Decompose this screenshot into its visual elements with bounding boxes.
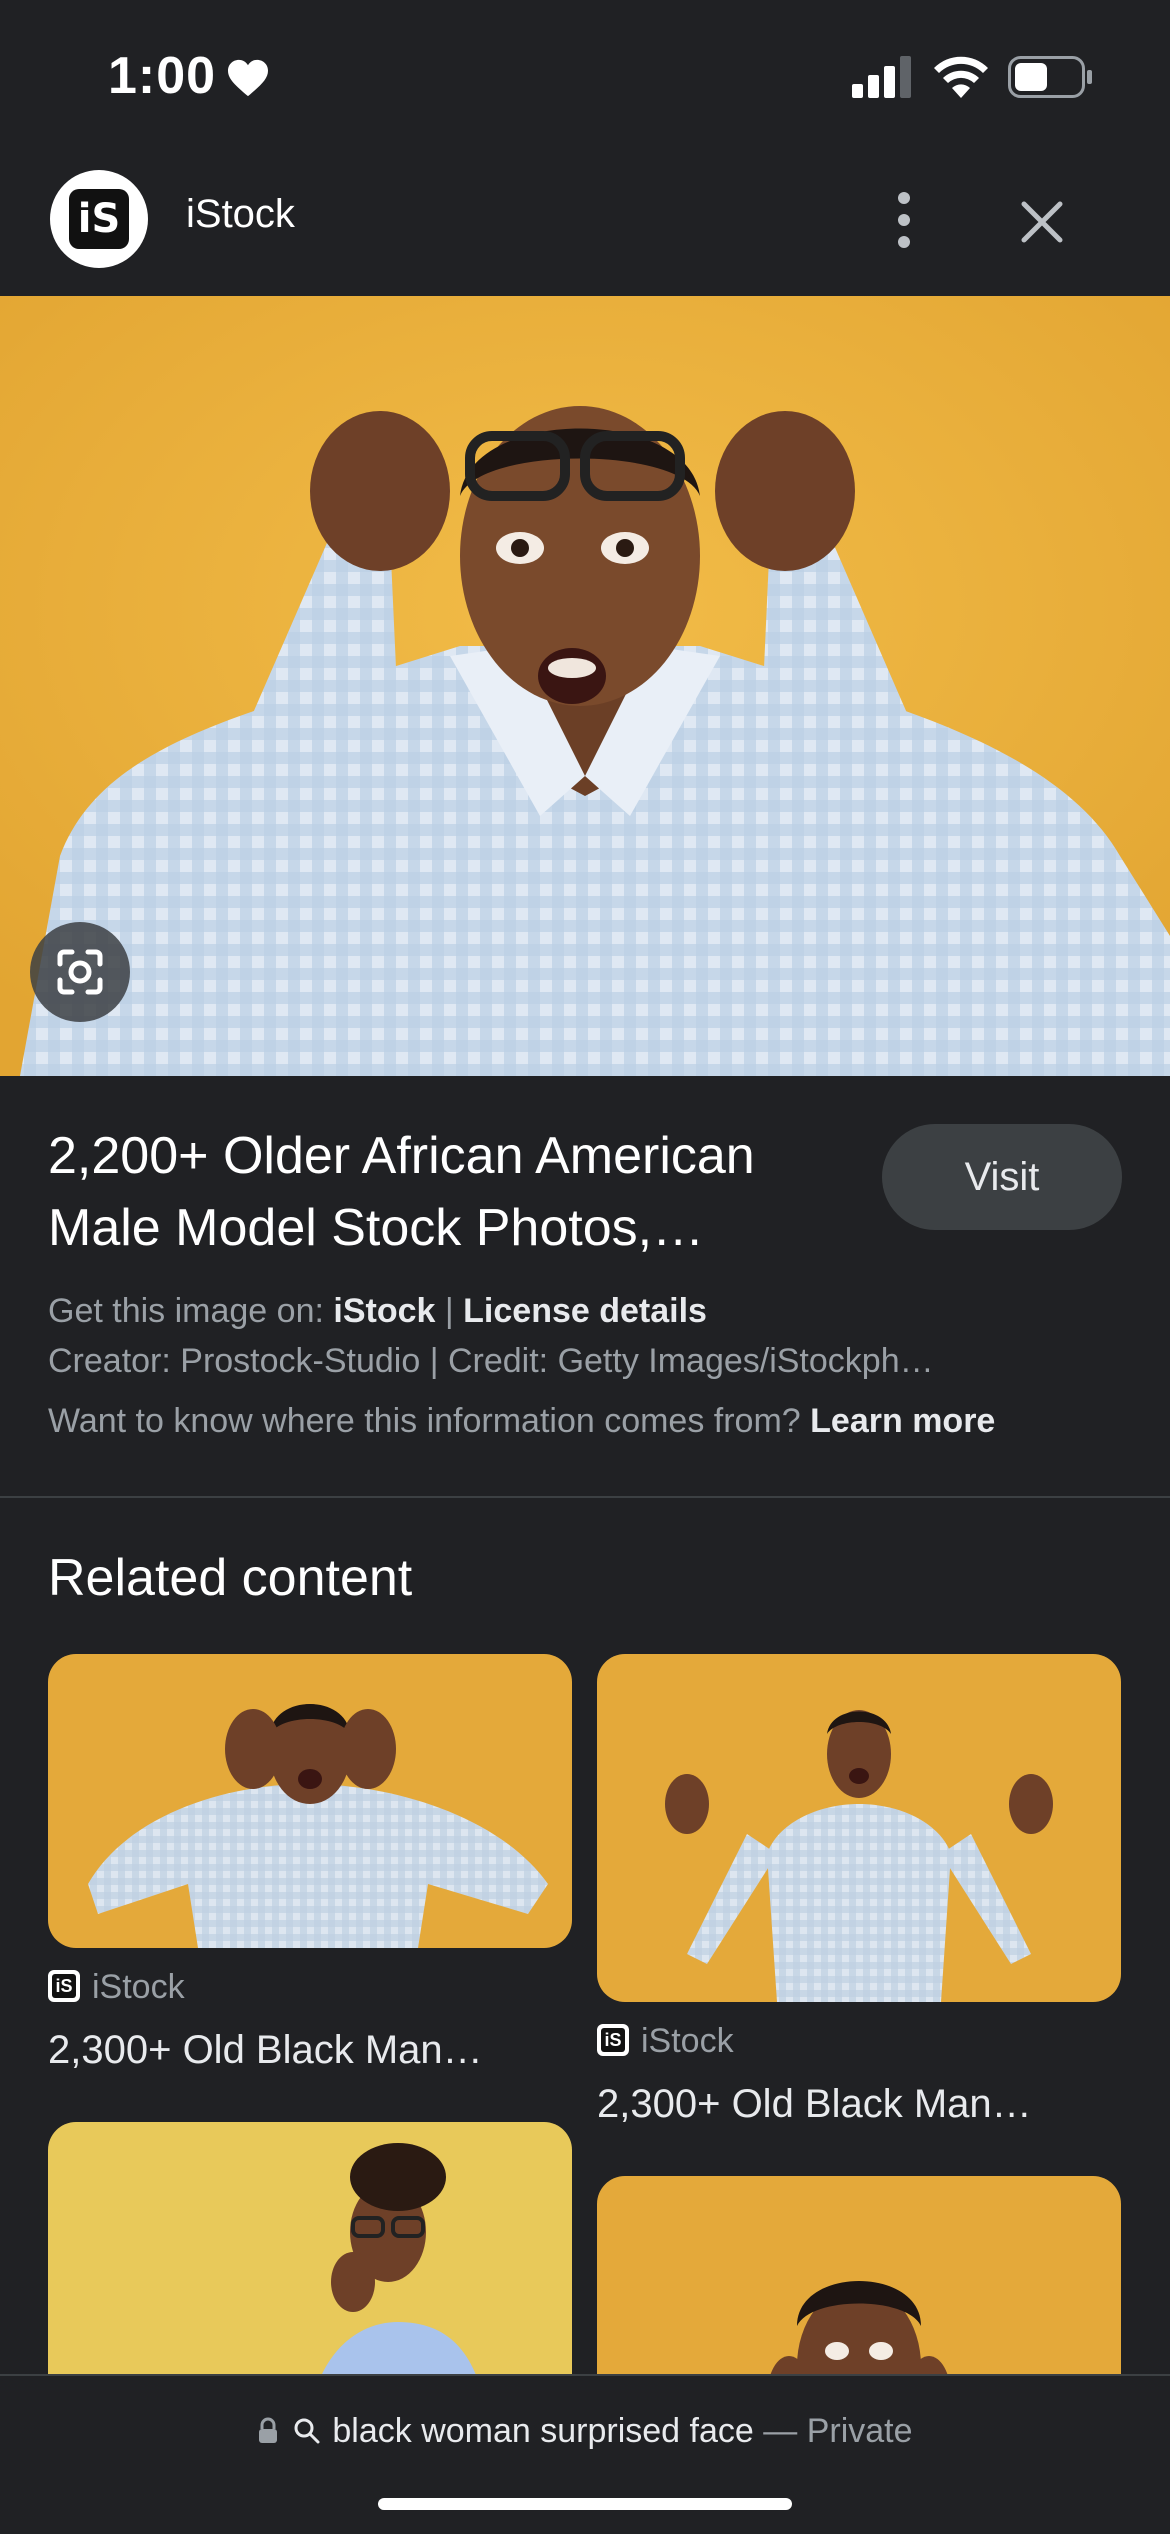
site-name[interactable]: iStock	[186, 192, 295, 237]
cellular-signal-icon	[852, 56, 911, 98]
status-time: 1:00	[108, 47, 217, 105]
related-title-2[interactable]: 2,300+ Old Black Man…	[597, 2082, 1127, 2127]
browser-bottom-bar: black woman surprised face — Private	[0, 2374, 1170, 2534]
visit-button[interactable]: Visit	[882, 1124, 1122, 1230]
image-title-line-1: 2,200+ Older African American	[48, 1127, 755, 1185]
related-source-2: iS iStock	[597, 2022, 734, 2061]
lens-search-button[interactable]	[30, 922, 130, 1022]
related-image-1[interactable]	[48, 1654, 572, 1948]
search-query: black woman surprised face	[332, 2412, 754, 2450]
related-source-name-2: iStock	[641, 2022, 734, 2060]
get-image-site-link[interactable]: iStock	[333, 1292, 435, 1330]
creator-credit-line: Creator: Prostock-Studio | Credit: Getty…	[48, 1342, 934, 1380]
man-shrugging-photo	[597, 1654, 1121, 2002]
image-title-line-2: Male Model Stock Photos,…	[48, 1199, 705, 1257]
home-indicator[interactable]	[378, 2498, 792, 2510]
related-image-2[interactable]	[597, 1654, 1121, 2002]
man-hands-on-head-photo	[48, 1654, 572, 1948]
separator: |	[435, 1292, 464, 1330]
learn-more-link[interactable]: Learn more	[810, 1402, 995, 1440]
search-icon	[294, 2418, 320, 2444]
image-viewer-header: iS iStock	[0, 150, 1170, 296]
info-question: Want to know where this information come…	[48, 1402, 811, 1440]
address-bar[interactable]: black woman surprised face — Private	[0, 2412, 1170, 2451]
istock-logo-icon: iS	[597, 2024, 629, 2056]
wifi-icon	[934, 56, 988, 98]
get-image-prefix: Get this image on:	[48, 1292, 334, 1330]
section-divider	[0, 1496, 1170, 1498]
main-image[interactable]	[0, 296, 1170, 1076]
google-lens-icon	[57, 949, 103, 995]
heart-icon	[228, 59, 268, 97]
get-image-line: Get this image on: iStock | License deta…	[48, 1292, 1128, 1331]
more-vert-icon[interactable]	[874, 180, 934, 260]
close-icon[interactable]	[1010, 190, 1074, 254]
site-logo-mark: iS	[69, 189, 129, 249]
related-title-1[interactable]: 2,300+ Old Black Man…	[48, 2028, 578, 2073]
image-title[interactable]: 2,200+ Older African American Male Model…	[48, 1120, 848, 1264]
related-source-1: iS iStock	[48, 1968, 185, 2007]
site-logo[interactable]: iS	[50, 170, 148, 268]
lock-icon	[259, 2417, 278, 2443]
related-content-heading: Related content	[48, 1549, 413, 1607]
battery-icon	[1008, 56, 1092, 98]
private-label: — Private	[763, 2412, 913, 2450]
related-source-name-1: iStock	[92, 1968, 185, 2006]
status-bar: 1:00	[0, 0, 1170, 150]
istock-logo-icon: iS	[48, 1970, 80, 2002]
info-source-line: Want to know where this information come…	[48, 1402, 1128, 1441]
surprised-man-photo	[0, 296, 1170, 1076]
license-details-link[interactable]: License details	[463, 1292, 707, 1330]
